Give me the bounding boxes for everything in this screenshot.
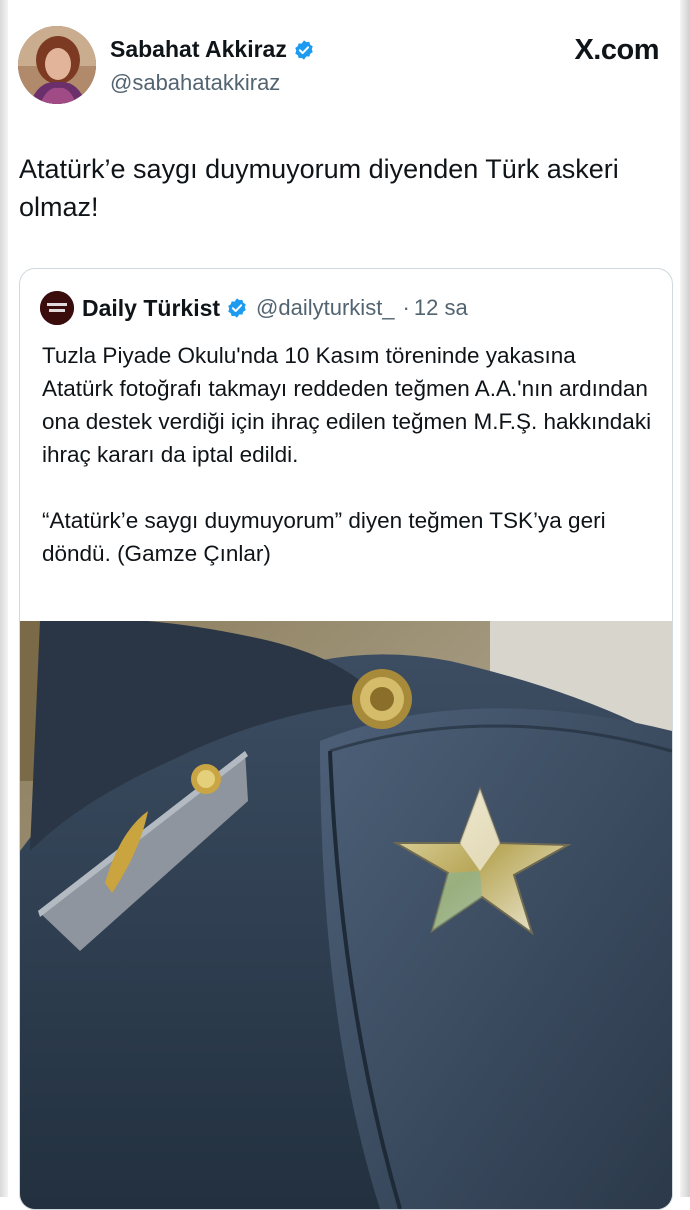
user-handle[interactable]: @sabahatakkiraz bbox=[110, 70, 280, 96]
avatar[interactable] bbox=[18, 26, 96, 104]
quoted-avatar[interactable] bbox=[40, 291, 74, 325]
left-edge bbox=[0, 0, 8, 1197]
display-name[interactable]: Sabahat Akkiraz bbox=[110, 36, 287, 63]
tweet-header: Sabahat Akkiraz @sabahatakkiraz X.com bbox=[18, 26, 673, 108]
avatar-photo bbox=[18, 26, 96, 104]
tweet-text: Atatürk’e saygı duymuyorum diyenden Türk… bbox=[19, 154, 619, 222]
quoted-handle[interactable]: @dailyturkist_ bbox=[256, 295, 395, 321]
uniform-photo bbox=[20, 621, 672, 1209]
right-edge bbox=[680, 0, 690, 1197]
brand-label: X.com bbox=[574, 34, 659, 66]
verified-badge-icon bbox=[295, 39, 313, 60]
quoted-verified-badge-icon bbox=[228, 298, 246, 318]
time-separator: · bbox=[402, 295, 410, 320]
quoted-timestamp[interactable]: 12 sa bbox=[414, 295, 468, 321]
daily-turkist-logo bbox=[40, 291, 74, 325]
quoted-tweet-text: Tuzla Piyade Okulu'nda 10 Kasım törenind… bbox=[42, 343, 652, 566]
quoted-tweet-image[interactable] bbox=[20, 621, 672, 1209]
quoted-tweet[interactable]: Daily Türkist @dailyturkist_ · 12 sa Tuz… bbox=[19, 268, 673, 1210]
quoted-tweet-header: Daily Türkist @dailyturkist_ · 12 sa bbox=[40, 291, 468, 325]
quoted-display-name[interactable]: Daily Türkist bbox=[82, 295, 220, 322]
